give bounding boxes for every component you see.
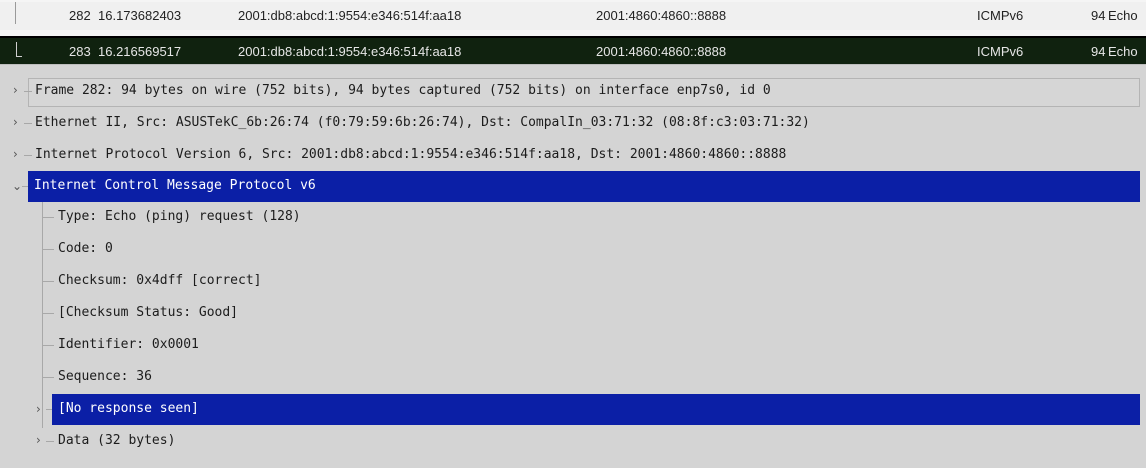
- packet-row-282[interactable]: 282 16.173682403 2001:db8:abcd:1:9554:e3…: [0, 2, 1146, 30]
- tree-connector: [22, 186, 28, 187]
- tree-item-label: Internet Protocol Version 6, Src: 2001:d…: [35, 147, 787, 162]
- packet-details-tree: › Frame 282: 94 bytes on wire (752 bits)…: [0, 72, 1146, 468]
- tree-item-label: Data (32 bytes): [58, 433, 176, 448]
- packet-source: 2001:db8:abcd:1:9554:e346:514f:aa18: [238, 44, 462, 59]
- tree-item-ipv6[interactable]: › Internet Protocol Version 6, Src: 2001…: [0, 140, 1140, 170]
- packet-info: Echo: [1108, 8, 1138, 23]
- packet-time: 16.173682403: [98, 8, 182, 23]
- tree-item-code[interactable]: Code: 0: [0, 234, 1140, 264]
- packet-info: Echo: [1108, 44, 1138, 59]
- tree-item-data[interactable]: › Data (32 bytes): [0, 426, 1140, 456]
- tree-connector: [42, 217, 54, 218]
- chevron-right-icon[interactable]: ›: [13, 83, 23, 97]
- chevron-right-icon[interactable]: ›: [36, 402, 46, 416]
- tree-item-label: Type: Echo (ping) request (128): [58, 209, 301, 224]
- chevron-right-icon[interactable]: ›: [13, 115, 23, 129]
- tree-connector: [46, 409, 52, 410]
- tree-item-ethernet[interactable]: › Ethernet II, Src: ASUSTekC_6b:26:74 (f…: [0, 108, 1140, 138]
- packet-length: 94: [1091, 8, 1106, 23]
- tree-guide-line: [15, 2, 16, 24]
- tree-item-label: Internet Control Message Protocol v6: [34, 178, 316, 193]
- tree-item-label: Checksum: 0x4dff [correct]: [58, 273, 262, 288]
- tree-item-label: Frame 282: 94 bytes on wire (752 bits), …: [35, 83, 771, 98]
- tree-item-icmpv6[interactable]: Internet Control Message Protocol v6: [28, 171, 1140, 202]
- packet-row-283[interactable]: 283 16.216569517 2001:db8:abcd:1:9554:e3…: [0, 36, 1146, 66]
- packet-destination: 2001:4860:4860::8888: [596, 8, 727, 23]
- tree-item-sequence[interactable]: Sequence: 36: [0, 362, 1140, 392]
- tree-connector: [42, 345, 54, 346]
- tree-connector: [42, 281, 54, 282]
- packet-length: 94: [1091, 44, 1106, 59]
- tree-connector: [24, 123, 32, 124]
- chevron-right-icon[interactable]: ›: [36, 433, 46, 447]
- tree-item-identifier[interactable]: Identifier: 0x0001: [0, 330, 1140, 360]
- tree-item-label: Sequence: 36: [58, 369, 152, 384]
- tree-connector: [24, 155, 32, 156]
- tree-connector: [42, 377, 54, 378]
- packet-time: 16.216569517: [98, 44, 182, 59]
- tree-item-frame[interactable]: › Frame 282: 94 bytes on wire (752 bits)…: [0, 76, 1140, 106]
- packet-protocol: ICMPv6: [977, 8, 1024, 23]
- tree-connector: [42, 313, 54, 314]
- tree-item-label: Identifier: 0x0001: [58, 337, 199, 352]
- chevron-down-icon[interactable]: ⌄: [12, 179, 22, 193]
- tree-connector: [42, 249, 54, 250]
- tree-item-label: Ethernet II, Src: ASUSTekC_6b:26:74 (f0:…: [35, 115, 810, 130]
- packet-no: 282: [69, 8, 91, 23]
- tree-connector: [46, 441, 54, 442]
- packet-source: 2001:db8:abcd:1:9554:e346:514f:aa18: [238, 8, 462, 23]
- tree-item-checksum-status[interactable]: [Checksum Status: Good]: [0, 298, 1140, 328]
- tree-connector: [24, 91, 32, 92]
- tree-item-no-response[interactable]: [No response seen]: [52, 394, 1140, 425]
- packet-protocol: ICMPv6: [977, 44, 1024, 59]
- tree-item-label: [No response seen]: [58, 401, 199, 416]
- packet-list: 282 16.173682403 2001:db8:abcd:1:9554:e3…: [0, 0, 1146, 66]
- tree-item-label: [Checksum Status: Good]: [58, 305, 239, 320]
- tree-item-checksum[interactable]: Checksum: 0x4dff [correct]: [0, 266, 1140, 296]
- related-packet-bracket-icon: [16, 42, 22, 57]
- tree-item-label: Code: 0: [58, 241, 113, 256]
- packet-no: 283: [69, 44, 91, 59]
- packet-destination: 2001:4860:4860::8888: [596, 44, 727, 59]
- chevron-right-icon[interactable]: ›: [13, 147, 23, 161]
- tree-item-type[interactable]: Type: Echo (ping) request (128): [0, 202, 1140, 232]
